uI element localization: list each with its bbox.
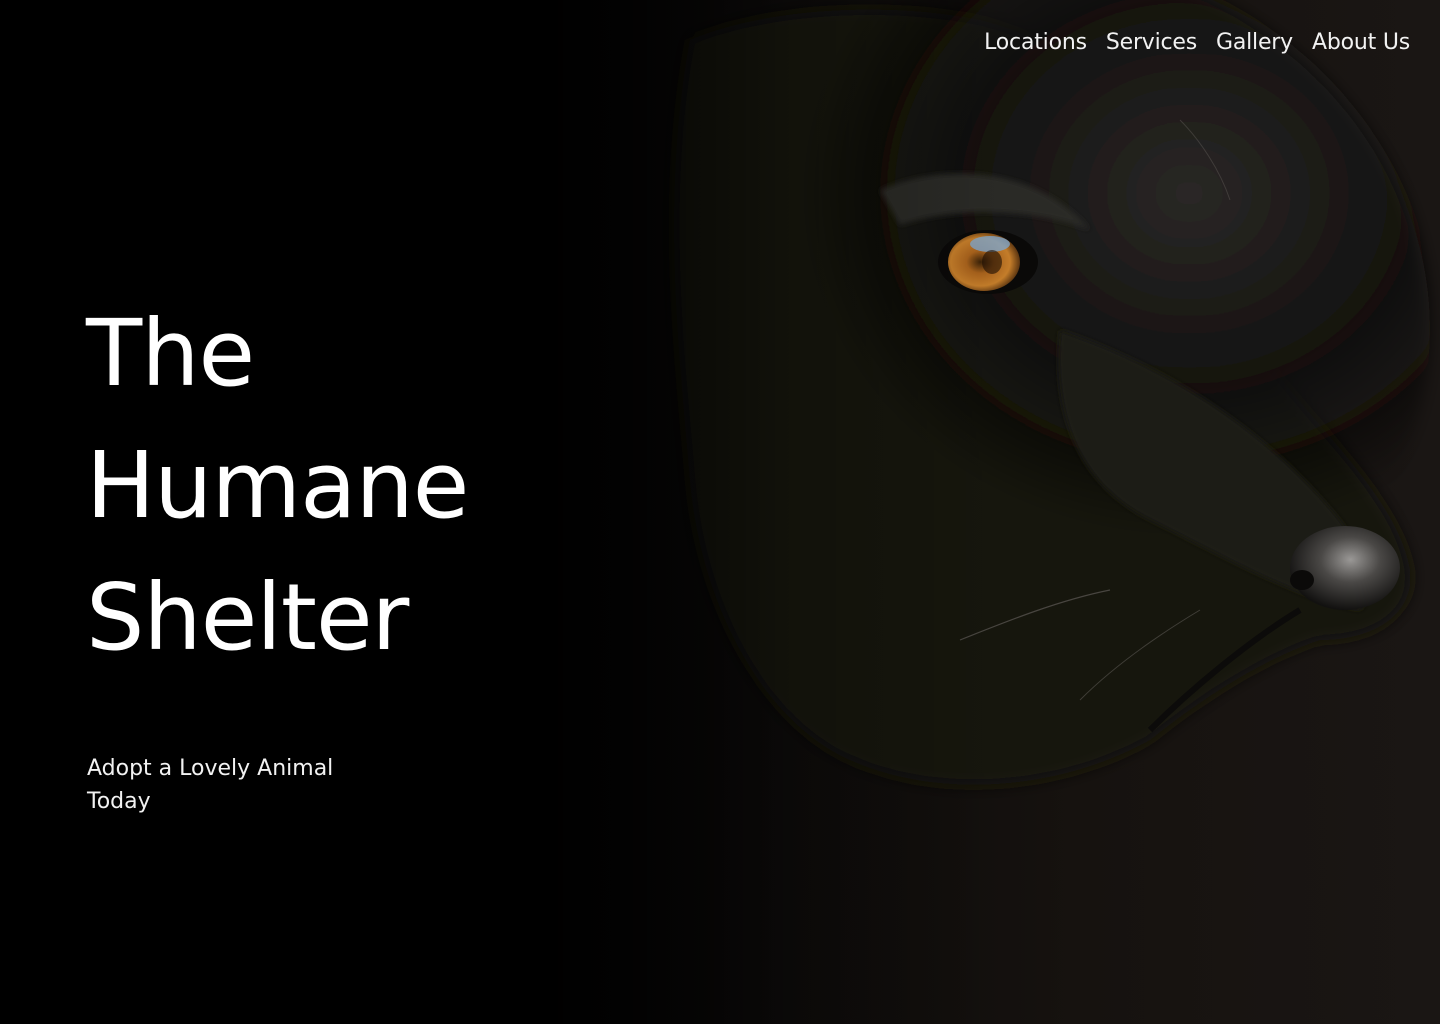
hero-title-line: The bbox=[86, 300, 255, 407]
nav-link-services[interactable]: Services bbox=[1106, 28, 1197, 58]
hero-section: Locations Services Gallery About Us The … bbox=[0, 0, 1440, 1024]
main-nav: Locations Services Gallery About Us bbox=[984, 28, 1410, 58]
nav-link-about-us[interactable]: About Us bbox=[1312, 28, 1410, 58]
nav-link-gallery[interactable]: Gallery bbox=[1216, 28, 1293, 58]
hero-title: The Humane Shelter bbox=[86, 288, 469, 684]
hero-title-line: Shelter bbox=[86, 564, 409, 671]
nav-link-locations[interactable]: Locations bbox=[984, 28, 1087, 58]
hero-tagline: Adopt a Lovely Animal Today bbox=[87, 756, 334, 814]
hero-title-line: Humane bbox=[86, 432, 469, 539]
